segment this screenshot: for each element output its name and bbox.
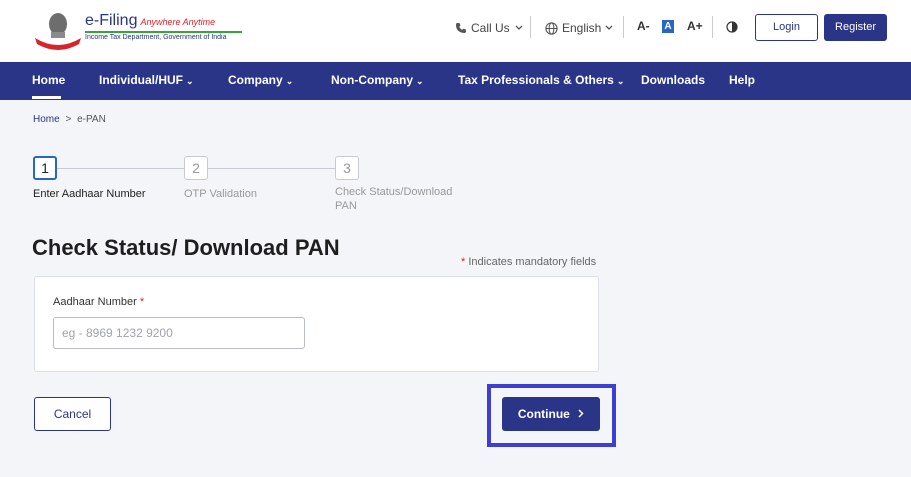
chevron-down-icon: ⌄: [285, 76, 294, 86]
nav-item-downloads[interactable]: Downloads: [641, 62, 705, 100]
font-increase-button[interactable]: A+: [687, 19, 703, 33]
nav-item-label: Company: [228, 73, 283, 87]
mandatory-note: * Indicates mandatory fields: [461, 256, 596, 268]
nav-item-label: Home: [32, 73, 66, 87]
step-3-label: Check Status/Download PAN: [335, 186, 453, 212]
chevron-down-icon: ⌄: [616, 76, 625, 86]
required-marker: *: [461, 256, 466, 268]
continue-label: Continue: [517, 407, 570, 421]
nav-item-home[interactable]: Home: [32, 62, 65, 100]
contrast-icon[interactable]: [726, 21, 738, 33]
continue-button[interactable]: Continue: [502, 397, 600, 431]
aadhaar-number-label: Aadhaar Number *: [53, 296, 144, 308]
step-1-indicator: 1: [33, 156, 57, 180]
page-title: Check Status/ Download PAN: [32, 235, 340, 260]
call-us-label: Call Us: [471, 21, 510, 35]
nav-item-label: Non-Company: [331, 73, 413, 87]
chevron-down-icon: ⌄: [416, 76, 424, 86]
chevron-right-icon: [578, 409, 584, 418]
logo-title: e-Filing: [85, 12, 138, 29]
nav-item-company[interactable]: Company ⌄: [228, 62, 293, 100]
step-2-label: OTP Validation: [184, 188, 257, 200]
cancel-button[interactable]: Cancel: [34, 397, 111, 431]
nav-item-label: Individual/HUF: [99, 73, 183, 87]
nav-item-label: Help: [729, 73, 756, 87]
efiling-logo[interactable]: e-Filing Anywhere Anytime Income Tax Depa…: [33, 8, 242, 50]
phone-icon: [456, 23, 466, 33]
nav-item-tax-professionals[interactable]: Tax Professionals & Others ⌄: [458, 62, 624, 100]
breadcrumb-home-link[interactable]: Home: [33, 114, 60, 125]
step-3-indicator: 3: [335, 156, 359, 180]
chevron-down-icon: [605, 25, 613, 30]
nav-item-help[interactable]: Help: [729, 62, 755, 100]
breadcrumb-separator: >: [65, 114, 72, 125]
main-navigation: Home Individual/HUF ⌄ Company ⌄ Non-Compan…: [0, 62, 911, 100]
step-connector: [208, 168, 335, 169]
header-divider: [712, 16, 713, 38]
language-dropdown[interactable]: English: [545, 17, 613, 39]
header-divider: [623, 16, 624, 38]
logo-tagline: Anywhere Anytime: [140, 17, 216, 27]
mandatory-note-text: Indicates mandatory fields: [468, 256, 597, 268]
step-1-label: Enter Aadhaar Number: [33, 188, 146, 200]
required-marker: *: [139, 296, 145, 308]
aadhaar-label-text: Aadhaar Number: [53, 296, 137, 308]
nav-active-indicator: [32, 96, 61, 99]
site-header: e-Filing Anywhere Anytime Income Tax Depa…: [0, 0, 911, 62]
chevron-down-icon: [515, 25, 523, 30]
nav-item-individual-huf[interactable]: Individual/HUF ⌄: [99, 62, 194, 100]
nav-item-non-company[interactable]: Non-Company ⌄: [331, 62, 424, 100]
login-button[interactable]: Login: [755, 14, 818, 41]
aadhaar-number-input[interactable]: [53, 317, 305, 349]
language-label: English: [562, 21, 602, 35]
globe-icon: [545, 21, 558, 35]
font-default-button[interactable]: A: [662, 20, 674, 33]
header-divider: [530, 16, 531, 38]
national-emblem-icon: [35, 13, 81, 50]
step-2-indicator: 2: [184, 156, 208, 180]
breadcrumb-current: e-PAN: [77, 114, 106, 125]
logo-subtitle: Income Tax Department, Government of Ind…: [85, 34, 227, 41]
logo-underline: [85, 31, 242, 33]
breadcrumb: Home > e-PAN: [33, 114, 106, 125]
call-us-dropdown[interactable]: Call Us: [455, 17, 523, 39]
aadhaar-form-card: Aadhaar Number *: [34, 276, 599, 372]
chevron-down-icon: ⌄: [186, 76, 194, 86]
step-connector: [57, 168, 184, 169]
font-decrease-button[interactable]: A-: [637, 19, 650, 33]
nav-item-label: Tax Professionals & Others: [458, 73, 614, 87]
nav-item-label: Downloads: [641, 73, 706, 87]
register-button[interactable]: Register: [824, 14, 887, 41]
